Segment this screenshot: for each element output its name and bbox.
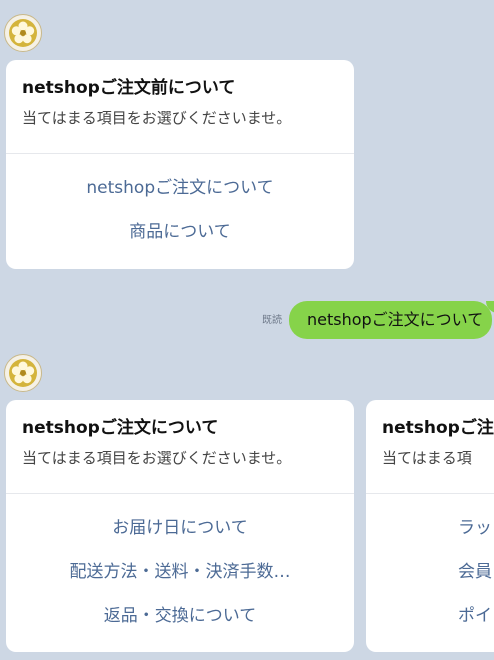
card-title: netshopご注文について (22, 418, 219, 438)
card-header: netshopご注 当てはまる項 (366, 400, 494, 494)
action-order-about[interactable]: netshopご注文について (6, 166, 354, 210)
sent-message-bubble[interactable]: netshopご注文について (289, 301, 492, 339)
card-actions: お届け日について 配送方法・送料・決済手数… 返品・交換について (6, 494, 354, 638)
card-title: netshopご注 (382, 418, 494, 438)
card-actions: ラッ 会員 ポイ (366, 494, 494, 638)
read-receipt: 既読 (262, 315, 282, 326)
menu-card-before-order: netshopご注文前について 当てはまる項目をお選びくださいませ。 netsh… (6, 60, 354, 269)
bot-avatar[interactable] (4, 354, 42, 392)
card-subtitle: 当てはまる項目をお選びくださいませ。 (22, 109, 292, 127)
action-delivery-date[interactable]: お届け日について (6, 506, 354, 550)
action-wrapping[interactable]: ラッ (366, 506, 494, 550)
menu-card-partial: netshopご注 当てはまる項 ラッ 会員 ポイ (366, 400, 494, 652)
action-shipping-fees[interactable]: 配送方法・送料・決済手数… (6, 550, 354, 594)
bot-avatar[interactable] (4, 14, 42, 52)
card-subtitle: 当てはまる項 (382, 449, 472, 467)
card-header: netshopご注文について 当てはまる項目をお選びくださいませ。 (6, 400, 354, 494)
flower-crest-icon (9, 359, 37, 387)
action-returns-exchange[interactable]: 返品・交換について (6, 594, 354, 638)
action-points[interactable]: ポイ (366, 594, 494, 638)
card-actions: netshopご注文について 商品について (6, 154, 354, 254)
action-product-about[interactable]: 商品について (6, 210, 354, 254)
card-title: netshopご注文前について (22, 78, 236, 98)
action-membership[interactable]: 会員 (366, 550, 494, 594)
card-subtitle: 当てはまる項目をお選びくださいませ。 (22, 449, 292, 467)
card-header: netshopご注文前について 当てはまる項目をお選びくださいませ。 (6, 60, 354, 154)
menu-card-order: netshopご注文について 当てはまる項目をお選びくださいませ。 お届け日につ… (6, 400, 354, 652)
flower-crest-icon (9, 19, 37, 47)
